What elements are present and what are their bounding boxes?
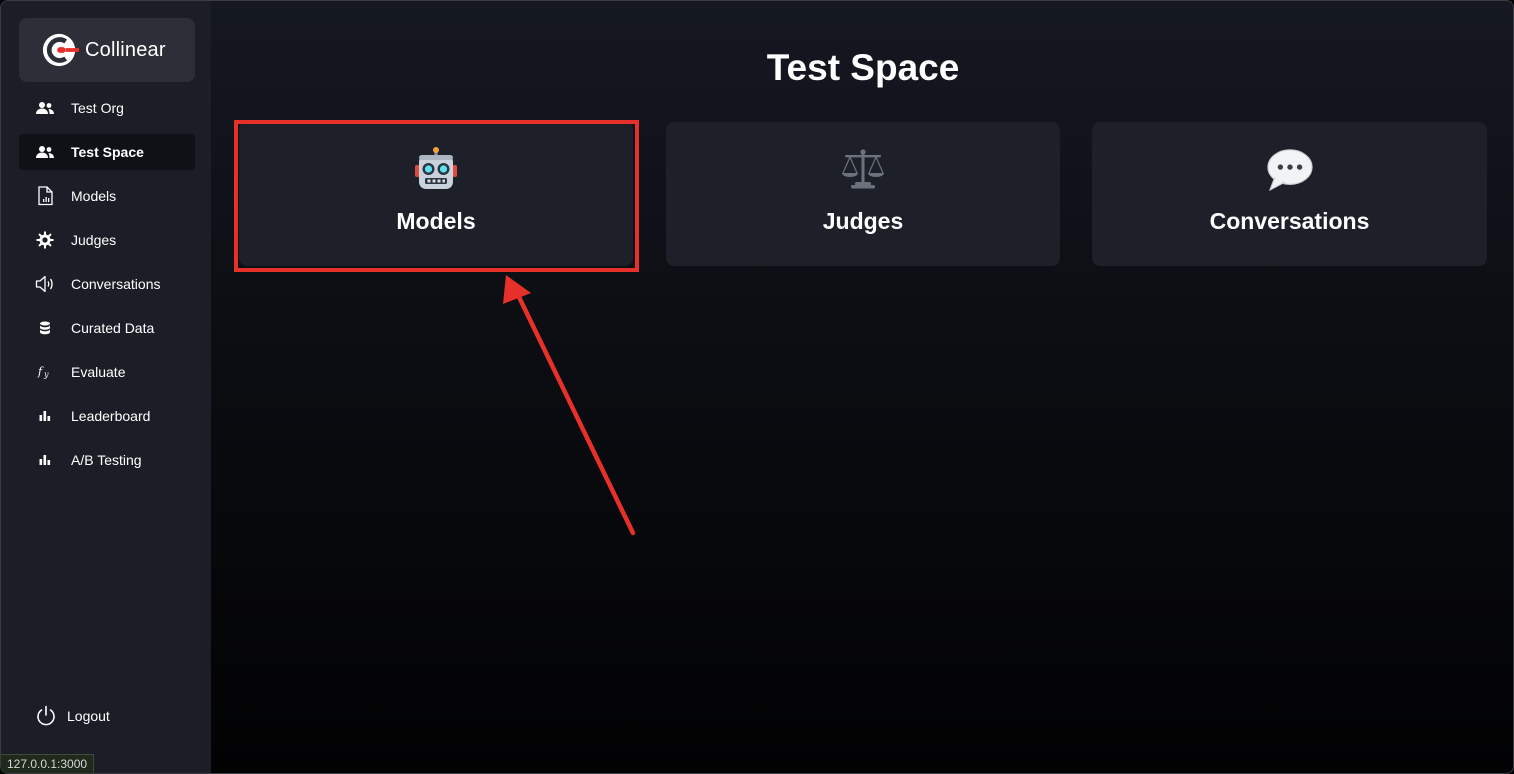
sidebar: Collinear Test Org Test Space Models Jud <box>1 1 211 773</box>
sidebar-item-test-space[interactable]: Test Space <box>19 134 195 170</box>
sidebar-item-label: Conversations <box>71 276 161 292</box>
sidebar-item-models[interactable]: Models <box>19 178 195 214</box>
sidebar-item-label: A/B Testing <box>71 452 142 468</box>
logout-label: Logout <box>67 708 110 724</box>
judges-card[interactable]: Judges <box>666 122 1060 266</box>
svg-text:y: y <box>43 370 49 379</box>
database-icon <box>35 318 55 338</box>
svg-text:f: f <box>37 365 44 378</box>
status-bar-url: 127.0.0.1:3000 <box>1 754 95 773</box>
power-icon <box>35 705 57 727</box>
sidebar-item-label: Evaluate <box>71 364 126 380</box>
annotation-arrow-icon <box>503 275 636 536</box>
speech-bubble-icon <box>1266 146 1314 194</box>
sidebar-item-curated-data[interactable]: Curated Data <box>19 310 195 346</box>
bar-chart-icon <box>35 406 55 426</box>
sidebar-item-judges[interactable]: Judges <box>19 222 195 258</box>
page-title: Test Space <box>766 47 960 88</box>
models-card[interactable]: Models <box>239 122 633 266</box>
sidebar-item-label: Judges <box>71 232 117 248</box>
sidebar-item-ab-testing[interactable]: A/B Testing <box>19 442 195 478</box>
scales-icon <box>839 146 887 194</box>
sidebar-item-label: Curated Data <box>71 320 155 336</box>
sidebar-item-evaluate[interactable]: fy Evaluate <box>19 354 195 390</box>
users-icon <box>35 142 55 162</box>
app-window: Collinear Test Org Test Space Models Jud <box>0 0 1514 774</box>
sidebar-item-leaderboard[interactable]: Leaderboard <box>19 398 195 434</box>
document-chart-icon <box>35 186 55 206</box>
conversations-card[interactable]: Conversations <box>1092 122 1487 266</box>
gear-icon <box>35 230 55 250</box>
users-icon <box>35 98 55 118</box>
sidebar-item-label: Leaderboard <box>71 408 151 424</box>
logout-button[interactable]: Logout <box>35 703 110 729</box>
bar-chart-icon <box>35 450 55 470</box>
sidebar-item-label: Test Org <box>71 100 124 116</box>
speaker-icon <box>35 274 55 294</box>
brand-logo[interactable]: Collinear <box>19 18 195 82</box>
sidebar-item-conversations[interactable]: Conversations <box>19 266 195 302</box>
collinear-logo-icon <box>42 33 79 67</box>
sidebar-item-test-org[interactable]: Test Org <box>19 90 195 126</box>
card-label: Judges <box>822 208 904 234</box>
card-label: Models <box>396 208 476 234</box>
function-icon: fy <box>35 362 55 382</box>
robot-icon <box>412 146 460 194</box>
card-label: Conversations <box>1209 208 1370 234</box>
sidebar-item-label: Models <box>71 188 117 204</box>
sidebar-item-label: Test Space <box>71 144 144 160</box>
brand-name: Collinear <box>85 38 166 61</box>
